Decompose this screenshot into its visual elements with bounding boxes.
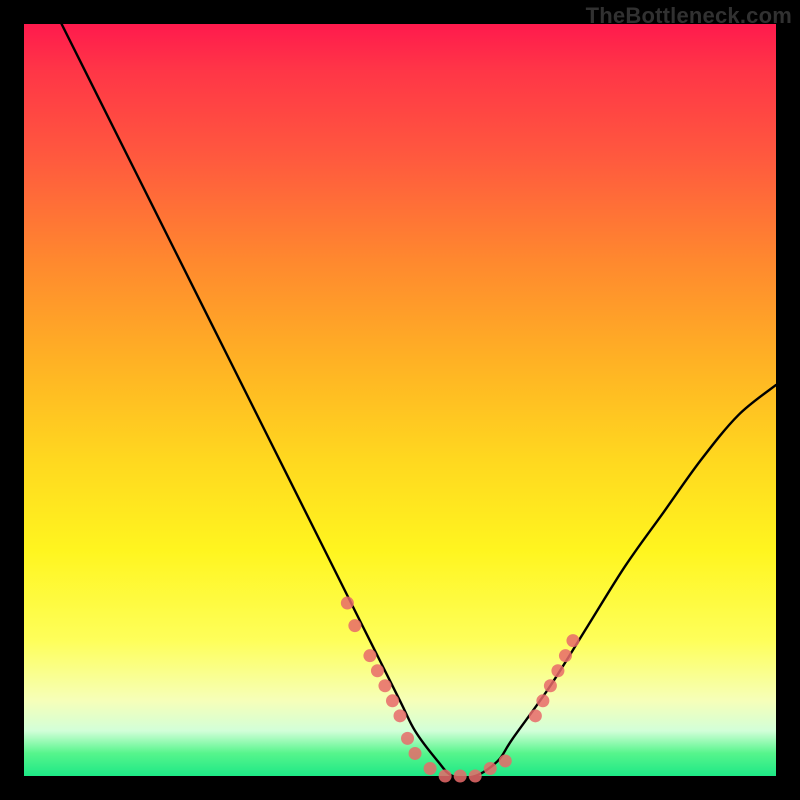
curve-marker: [378, 679, 391, 692]
watermark-label: TheBottleneck.com: [586, 3, 792, 29]
curve-markers: [341, 597, 580, 783]
curve-marker: [559, 649, 572, 662]
curve-marker: [424, 762, 437, 775]
curve-marker: [499, 754, 512, 767]
curve-marker: [401, 732, 414, 745]
curve-marker: [386, 694, 399, 707]
curve-marker: [371, 664, 384, 677]
curve-marker: [341, 597, 354, 610]
curve-marker: [454, 770, 467, 783]
curve-marker: [544, 679, 557, 692]
curve-marker: [469, 770, 482, 783]
curve-marker: [551, 664, 564, 677]
curve-marker: [439, 770, 452, 783]
chart-plot-area: [24, 24, 776, 776]
curve-marker: [484, 762, 497, 775]
bottleneck-curve: [62, 24, 776, 778]
curve-marker: [394, 709, 407, 722]
curve-marker: [566, 634, 579, 647]
curve-marker: [529, 709, 542, 722]
curve-marker: [363, 649, 376, 662]
curve-layer: [24, 24, 776, 776]
curve-marker: [536, 694, 549, 707]
curve-marker: [409, 747, 422, 760]
curve-marker: [348, 619, 361, 632]
